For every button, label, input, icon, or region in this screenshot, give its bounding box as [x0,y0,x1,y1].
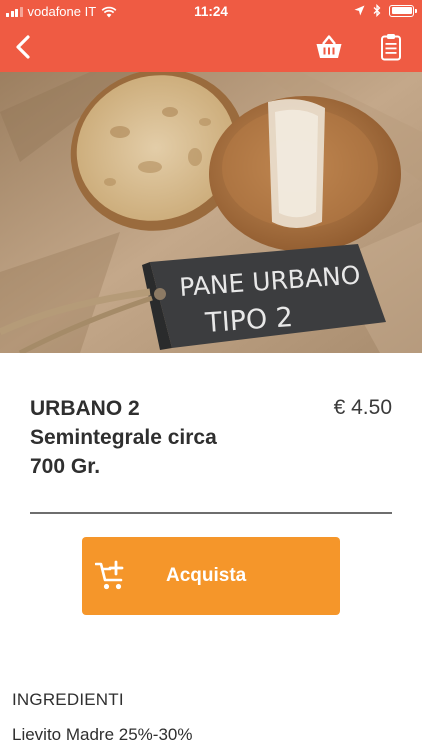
basket-icon [316,35,342,58]
location-arrow-icon [354,5,365,16]
buy-button[interactable]: Acquista [82,537,340,615]
product-name: URBANO 2 Semintegrale circa 700 Gr. [30,394,280,481]
ingredients-title: INGREDIENTI [12,690,124,709]
add-to-cart-icon [95,560,124,590]
chevron-left-icon [16,35,30,59]
status-bar: vodafone IT 11:24 [0,0,422,22]
product-price: € 4.50 [333,396,392,419]
product-name-line1: URBANO 2 [30,397,140,420]
product-name-line2: Semintegrale circa [30,426,217,449]
product-photo: PANE URBANO TIPO 2 [0,72,422,353]
status-right [354,4,417,17]
back-button[interactable] [6,30,40,64]
bluetooth-icon [373,4,381,17]
product-name-line3: 700 Gr. [30,455,101,478]
bread-illustration: PANE URBANO TIPO 2 [0,72,422,353]
battery-icon [389,4,417,17]
ingredient-item: Lievito Madre 25%-30% [12,725,193,744]
clipboard-list-icon [381,34,401,61]
divider [30,512,392,514]
app-header: vodafone IT 11:24 [0,0,422,72]
buy-button-label: Acquista [166,565,247,586]
sign-text-line2: TIPO 2 [203,302,294,339]
nav-bar [0,22,422,72]
order-list-button[interactable] [374,30,408,64]
basket-button[interactable] [312,30,346,64]
